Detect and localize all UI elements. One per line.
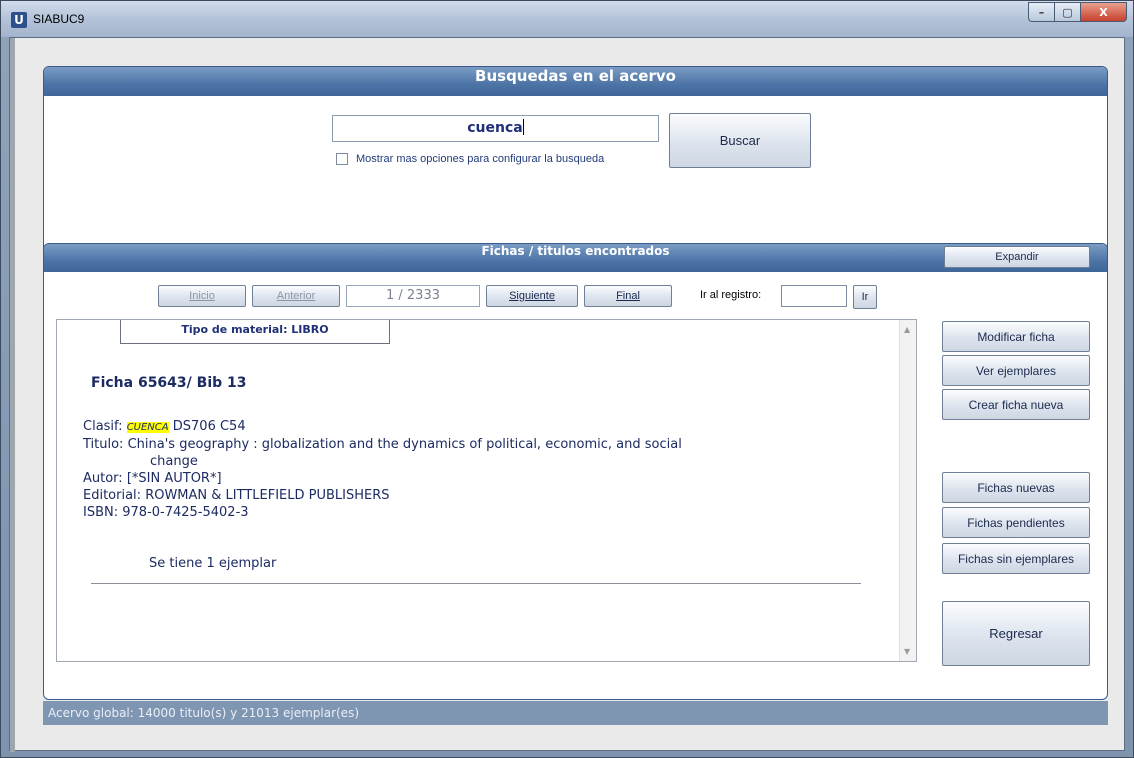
- modify-record-label: Modificar ficha: [977, 329, 1055, 344]
- status-bar: Acervo global: 14000 titulo(s) y 21013 e…: [43, 701, 1108, 725]
- titulo-value: China's geography : globalization and th…: [127, 437, 682, 452]
- expand-button[interactable]: Expandir: [944, 246, 1090, 268]
- editorial-value: ROWMAN & LITTLEFIELD PUBLISHERS: [145, 488, 390, 503]
- goto-record-label: Ir al registro:: [700, 289, 762, 301]
- next-record-label: Siguiente: [509, 290, 555, 302]
- ficha-title: Ficha 65643/ Bib 13: [91, 375, 247, 391]
- prev-record-button[interactable]: Anterior: [252, 285, 340, 307]
- window-title: SIABUC9: [33, 12, 85, 26]
- autor-line: Autor: [*SIN AUTOR*]: [83, 470, 682, 487]
- isbn-line: ISBN: 978-0-7425-5402-3: [83, 504, 682, 521]
- clasif-label: Clasif:: [83, 419, 123, 434]
- create-record-button[interactable]: Crear ficha nueva: [942, 389, 1090, 420]
- create-record-label: Crear ficha nueva: [968, 397, 1064, 412]
- record-counter: 1 / 2333: [346, 285, 480, 307]
- titulo-line: Titulo: China's geography : globalizatio…: [83, 436, 682, 453]
- material-type-tab: Tipo de material: LIBRO: [120, 320, 390, 344]
- left-edge: [10, 38, 15, 752]
- next-record-button[interactable]: Siguiente: [486, 285, 578, 307]
- search-panel: Busquedas en el acervo cuenca Buscar Mos…: [43, 66, 1108, 250]
- more-options-row: Mostrar mas opciones para configurar la …: [336, 153, 604, 165]
- prev-record-label: Anterior: [276, 290, 316, 302]
- isbn-value: 978-0-7425-5402-3: [122, 505, 249, 520]
- first-record-label: Inicio: [189, 290, 215, 302]
- view-copies-button[interactable]: Ver ejemplares: [942, 355, 1090, 386]
- goto-record-input[interactable]: [781, 285, 847, 307]
- autor-value: [*SIN AUTOR*]: [126, 471, 222, 486]
- editorial-label: Editorial:: [83, 488, 142, 503]
- more-options-label[interactable]: Mostrar mas opciones para configurar la …: [356, 153, 604, 165]
- last-record-label: Final: [616, 290, 640, 302]
- back-label: Regresar: [989, 626, 1043, 641]
- record-fields: Clasif: CUENCA DS706 C54 Titulo: China's…: [83, 418, 682, 521]
- goto-record-button[interactable]: Ir: [853, 285, 877, 309]
- search-query: cuenca: [467, 120, 523, 136]
- scroll-down-icon[interactable]: ▼: [904, 647, 910, 656]
- view-copies-label: Ver ejemplares: [975, 363, 1057, 378]
- pending-records-button[interactable]: Fichas pendientes: [942, 507, 1090, 538]
- scroll-up-icon[interactable]: ▲: [904, 325, 910, 334]
- window-controls: – ▢ X: [1028, 2, 1127, 22]
- record-scrollbar[interactable]: ▲ ▼: [899, 320, 916, 661]
- search-input[interactable]: cuenca: [332, 115, 659, 142]
- back-button[interactable]: Regresar: [942, 601, 1090, 666]
- record-view[interactable]: Tipo de material: LIBRO Ficha 65643/ Bib…: [56, 319, 917, 662]
- modify-record-button[interactable]: Modificar ficha: [942, 321, 1090, 352]
- close-button[interactable]: X: [1081, 2, 1127, 22]
- new-records-button[interactable]: Fichas nuevas: [942, 472, 1090, 503]
- text-caret: [522, 119, 524, 135]
- search-button[interactable]: Buscar: [669, 113, 811, 168]
- copies-note: Se tiene 1 ejemplar: [149, 556, 277, 571]
- results-panel: Fichas / titulos encontrados Expandir In…: [43, 243, 1108, 700]
- first-record-button[interactable]: Inicio: [158, 285, 246, 307]
- client-area: Busquedas en el acervo cuenca Buscar Mos…: [9, 37, 1125, 752]
- clasif-value: DS706 C54: [172, 419, 246, 434]
- maximize-button[interactable]: ▢: [1055, 2, 1081, 22]
- isbn-label: ISBN:: [83, 505, 119, 520]
- minimize-button[interactable]: –: [1028, 2, 1055, 22]
- titulo-label: Titulo:: [83, 437, 124, 452]
- app-window: U SIABUC9 – ▢ X Busquedas en el acervo c…: [0, 0, 1134, 758]
- autor-label: Autor:: [83, 471, 123, 486]
- app-logo-icon: U: [11, 12, 27, 28]
- records-without-copies-button[interactable]: Fichas sin ejemplares: [942, 543, 1090, 574]
- titulo-continuation: change: [150, 454, 198, 469]
- search-panel-title: Busquedas en el acervo: [44, 67, 1107, 96]
- clasif-line: Clasif: CUENCA DS706 C54: [83, 418, 682, 436]
- record-divider: [91, 583, 861, 584]
- more-options-checkbox[interactable]: [336, 153, 348, 165]
- search-highlight: CUENCA: [126, 422, 169, 433]
- editorial-line: Editorial: ROWMAN & LITTLEFIELD PUBLISHE…: [83, 487, 682, 504]
- last-record-button[interactable]: Final: [584, 285, 672, 307]
- title-bar[interactable]: U SIABUC9 – ▢ X: [1, 1, 1133, 37]
